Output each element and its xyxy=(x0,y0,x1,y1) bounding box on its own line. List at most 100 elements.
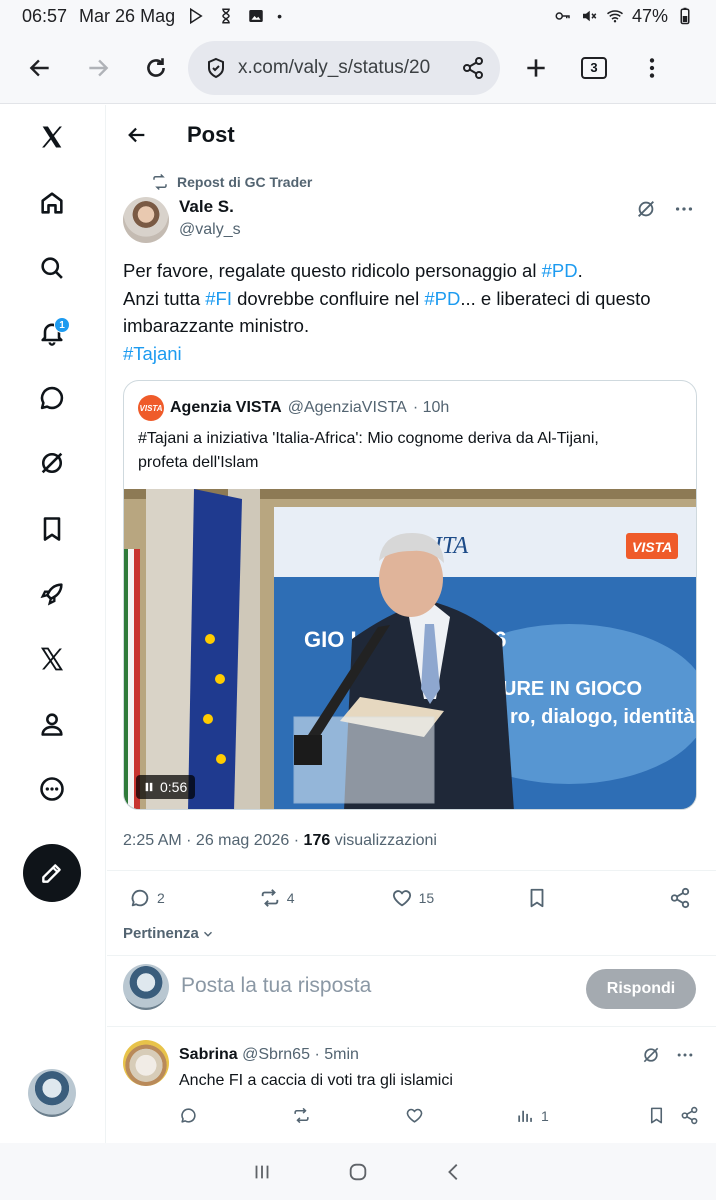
hashtag-link[interactable]: #PD xyxy=(542,260,578,281)
repost-icon xyxy=(294,1107,309,1124)
meta-separator: · xyxy=(289,832,304,849)
home-icon[interactable] xyxy=(30,181,74,225)
premium-x-icon[interactable] xyxy=(30,637,74,681)
tab-switcher-button[interactable]: 3 xyxy=(572,46,616,90)
commenter-avatar[interactable] xyxy=(123,1040,169,1086)
reply-input[interactable]: Posta la tua risposta xyxy=(181,974,371,998)
comment-reply-button[interactable] xyxy=(179,1106,198,1125)
video-banner-sub2: ro, dialogo, identità xyxy=(510,706,695,728)
back-button[interactable] xyxy=(123,121,151,149)
repost-indicator[interactable]: Repost di GC Trader xyxy=(151,173,312,191)
quoted-author-handle[interactable]: @AgenziaVISTA xyxy=(288,399,407,417)
shield-icon[interactable] xyxy=(202,54,230,82)
status-date: Mar 26 Mag xyxy=(79,5,176,26)
reply-item[interactable]: Sabrina @Sbrn65 · 5min Anche FI a caccia… xyxy=(107,1030,716,1140)
hashtag-link[interactable]: #PD xyxy=(424,288,460,309)
quoted-post[interactable]: VISTA Agenzia VISTA @AgenziaVISTA · 10h … xyxy=(123,380,697,810)
pause-icon[interactable] xyxy=(144,782,154,792)
repost-button[interactable]: 4 xyxy=(259,887,295,909)
commenter-handle[interactable]: @Sbrn65 xyxy=(242,1046,310,1063)
sort-dropdown[interactable]: Pertinenza xyxy=(123,925,215,942)
commenter-name[interactable]: Sabrina xyxy=(179,1046,238,1063)
share-button[interactable] xyxy=(669,887,691,909)
url-text[interactable]: x.com/valy_s/status/20 xyxy=(238,57,458,79)
compose-button[interactable] xyxy=(23,844,81,902)
account-avatar[interactable] xyxy=(28,1069,76,1117)
like-button[interactable]: 15 xyxy=(391,887,435,909)
video-duration-badge[interactable]: 0:56 xyxy=(136,775,196,799)
comment-like-button[interactable] xyxy=(405,1106,424,1125)
author-name[interactable]: Vale S. xyxy=(179,197,234,217)
address-bar[interactable]: x.com/valy_s/status/20 xyxy=(188,40,500,95)
reply-button[interactable]: 2 xyxy=(129,887,165,909)
x-logo-icon[interactable] xyxy=(30,115,74,159)
comment-share-button[interactable] xyxy=(680,1106,699,1125)
share-icon[interactable] xyxy=(458,53,488,83)
comment-views[interactable]: 1 xyxy=(516,1106,549,1125)
sort-label[interactable]: Pertinenza xyxy=(123,925,199,942)
bookmark-button[interactable] xyxy=(526,887,548,909)
chevron-down-icon xyxy=(203,931,212,937)
recent-apps-icon[interactable] xyxy=(249,1159,275,1185)
grok-explain-icon[interactable] xyxy=(640,1044,662,1066)
views-count: 176 xyxy=(303,832,331,849)
bookmarks-icon[interactable] xyxy=(30,507,74,551)
quoted-author-avatar[interactable]: VISTA xyxy=(138,395,164,421)
more-options-icon[interactable] xyxy=(672,197,696,221)
browser-back-button[interactable] xyxy=(18,46,62,90)
more-circle-icon[interactable] xyxy=(30,767,74,811)
comment-repost-button[interactable] xyxy=(292,1106,311,1125)
browser-toolbar: x.com/valy_s/status/20 3 xyxy=(0,32,716,104)
post-action-bar: 2 4 15 xyxy=(123,885,697,911)
hashtag-link[interactable]: #Tajani xyxy=(123,343,182,364)
comment-age: · 5min xyxy=(314,1046,359,1063)
repost-label[interactable]: Repost di GC Trader xyxy=(177,174,312,190)
new-tab-button[interactable] xyxy=(514,46,558,90)
profile-icon[interactable] xyxy=(30,702,74,746)
comment-text: Anche FI a caccia di voti tra gli islami… xyxy=(179,1072,453,1089)
quoted-author-name[interactable]: Agenzia VISTA xyxy=(170,399,282,417)
dot-icon: • xyxy=(277,8,282,24)
reply-icon xyxy=(131,889,149,907)
browser-reload-button[interactable] xyxy=(134,46,178,90)
post-timestamp[interactable]: 2:25 AM · 26 mag 2026 xyxy=(123,832,289,849)
grok-icon[interactable] xyxy=(30,441,74,485)
post-text-segment: imbarazzante ministro. xyxy=(123,315,310,336)
heart-icon xyxy=(392,890,411,907)
browser-forward-button[interactable] xyxy=(76,46,120,90)
quoted-text-line: profeta dell'Islam xyxy=(138,454,259,471)
divider xyxy=(107,870,716,871)
bookmark-icon xyxy=(530,888,544,908)
comment-bookmark-button[interactable] xyxy=(647,1106,666,1125)
comment-view-count: 1 xyxy=(541,1107,549,1124)
sidebar-nav: 1 xyxy=(0,105,106,1143)
more-options-icon[interactable] xyxy=(674,1044,696,1066)
browser-menu-button[interactable] xyxy=(630,46,674,90)
compose-icon xyxy=(42,864,61,883)
system-back-icon[interactable] xyxy=(441,1159,467,1185)
post-text-segment: Anzi tutta xyxy=(123,287,206,309)
like-count: 15 xyxy=(418,890,435,906)
hashtag-link[interactable]: #FI xyxy=(205,288,232,309)
key-icon xyxy=(554,7,572,25)
share-icon xyxy=(681,1106,698,1125)
notifications-icon[interactable]: 1 xyxy=(30,311,74,355)
back-arrow-icon xyxy=(128,127,145,143)
reply-composer: Posta la tua risposta Rispondi xyxy=(107,960,716,1026)
rocket-icon[interactable] xyxy=(30,572,74,616)
divider xyxy=(107,955,716,956)
home-button-icon[interactable] xyxy=(345,1159,371,1185)
search-icon[interactable] xyxy=(30,246,74,290)
repost-count: 4 xyxy=(286,890,295,906)
more-vertical-icon xyxy=(649,57,655,78)
messages-icon[interactable] xyxy=(30,376,74,420)
author-handle[interactable]: @valy_s xyxy=(179,221,241,239)
post-header: Post xyxy=(107,105,716,165)
author-avatar[interactable] xyxy=(123,197,169,243)
reply-submit-button[interactable]: Rispondi xyxy=(586,969,696,1009)
post-meta: 2:25 AM · 26 mag 2026 · 176 visualizzazi… xyxy=(123,832,437,850)
own-avatar[interactable] xyxy=(123,964,169,1010)
post-text-segment: Per favore, regalate questo ridicolo per… xyxy=(123,260,542,281)
video-player[interactable]: ITA GIO L'AFRICA 2026 URE IN GIOCO ro, d… xyxy=(124,489,696,809)
grok-explain-icon[interactable] xyxy=(634,197,658,221)
